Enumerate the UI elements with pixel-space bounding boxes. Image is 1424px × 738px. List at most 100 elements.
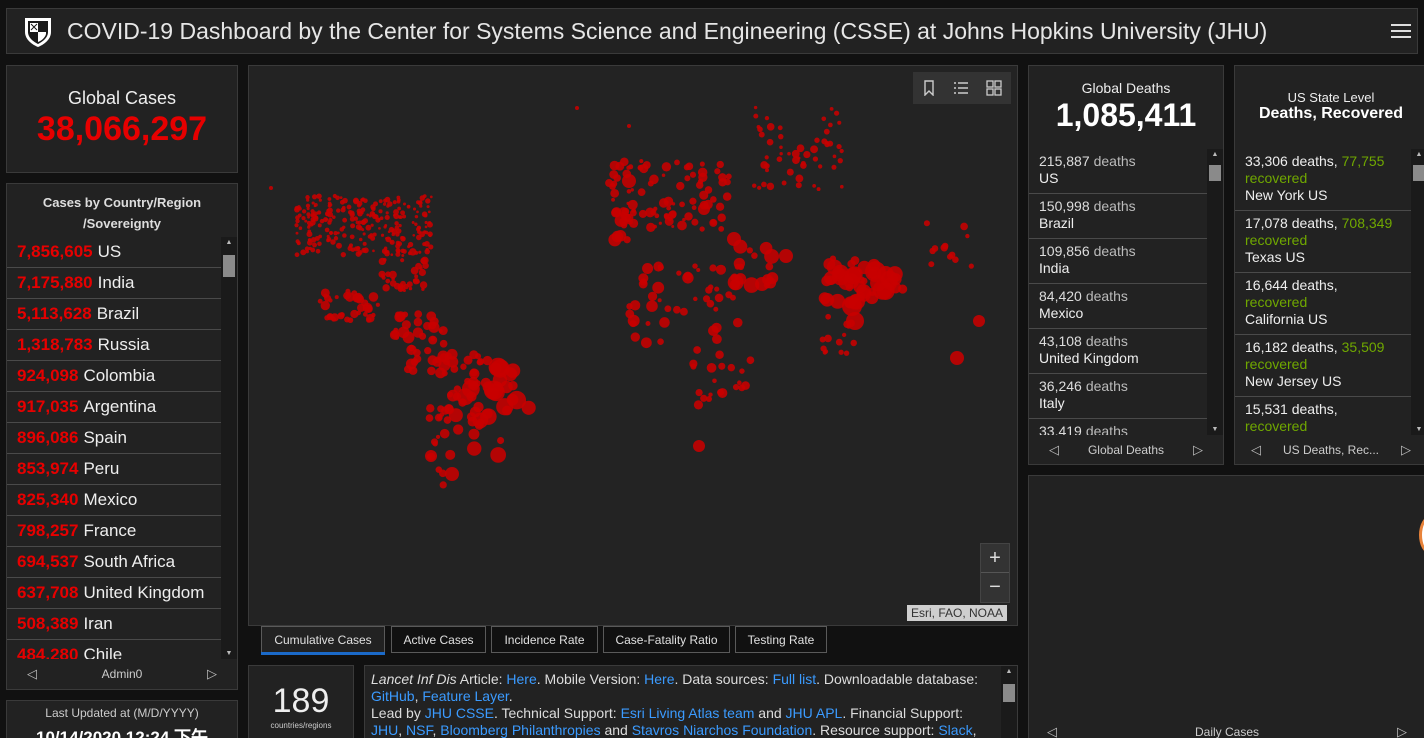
case-bubble[interactable] — [434, 413, 443, 422]
case-bubble[interactable] — [843, 320, 851, 328]
case-bubble[interactable] — [628, 164, 634, 170]
case-bubble[interactable] — [844, 267, 862, 285]
case-bubble[interactable] — [839, 184, 844, 189]
case-bubble[interactable] — [659, 317, 670, 328]
case-bubble[interactable] — [713, 306, 719, 312]
case-bubble[interactable] — [682, 272, 694, 284]
case-bubble[interactable] — [718, 362, 726, 370]
case-bubble[interactable] — [318, 198, 322, 202]
case-bubble[interactable] — [445, 449, 456, 460]
case-bubble[interactable] — [341, 205, 346, 210]
case-bubble[interactable] — [779, 151, 783, 156]
case-bubble[interactable] — [622, 174, 636, 188]
case-bubble[interactable] — [835, 338, 843, 346]
case-bubble[interactable] — [639, 278, 648, 286]
case-bubble[interactable] — [752, 183, 757, 188]
case-bubble[interactable] — [362, 247, 369, 254]
case-bubble[interactable] — [308, 246, 312, 251]
case-bubble[interactable] — [301, 216, 306, 221]
case-bubble[interactable] — [812, 183, 817, 188]
case-bubble[interactable] — [664, 305, 672, 313]
case-bubble[interactable] — [378, 227, 381, 230]
case-bubble[interactable] — [333, 236, 339, 241]
case-bubble[interactable] — [396, 195, 401, 200]
case-bubble[interactable] — [421, 211, 428, 218]
case-bubble[interactable] — [342, 233, 347, 238]
case-bubble[interactable] — [453, 385, 462, 393]
case-bubble[interactable] — [718, 226, 725, 232]
case-bubble[interactable] — [786, 168, 794, 176]
case-bubble[interactable] — [709, 218, 718, 227]
case-bubble[interactable] — [843, 350, 850, 356]
case-bubble[interactable] — [476, 418, 485, 427]
case-bubble[interactable] — [737, 263, 745, 271]
case-bubble[interactable] — [328, 217, 333, 223]
case-bubble[interactable] — [638, 209, 647, 218]
case-bubble[interactable] — [294, 223, 299, 228]
case-bubble[interactable] — [435, 367, 446, 379]
case-bubble[interactable] — [795, 174, 804, 183]
case-bubble[interactable] — [393, 213, 396, 217]
case-bubble[interactable] — [850, 339, 857, 347]
case-bubble[interactable] — [426, 205, 430, 209]
case-bubble[interactable] — [426, 404, 435, 413]
case-bubble[interactable] — [671, 224, 675, 228]
case-bubble[interactable] — [714, 293, 724, 303]
case-bubble[interactable] — [432, 441, 438, 447]
case-bubble[interactable] — [841, 332, 847, 338]
case-bubble[interactable] — [401, 311, 409, 318]
case-bubble[interactable] — [406, 204, 411, 209]
case-bubble[interactable] — [712, 378, 717, 384]
list-item[interactable]: 33,419 deaths — [1029, 419, 1207, 435]
github-link[interactable]: GitHub — [371, 688, 415, 704]
case-bubble[interactable] — [342, 217, 348, 223]
next-page-icon[interactable]: ▷ — [1397, 724, 1407, 738]
case-bubble[interactable] — [680, 307, 688, 316]
case-bubble[interactable] — [424, 225, 428, 229]
case-bubble[interactable] — [642, 161, 651, 170]
case-bubble[interactable] — [766, 138, 774, 146]
case-bubble[interactable] — [414, 222, 418, 226]
case-bubble[interactable] — [689, 171, 697, 178]
case-bubble[interactable] — [306, 220, 311, 225]
case-bubble[interactable] — [823, 349, 829, 354]
case-bubble[interactable] — [372, 249, 375, 253]
case-bubble[interactable] — [950, 351, 964, 365]
list-item[interactable]: 16,182 deaths, 35,509 recovered New Jersey … — [1235, 335, 1411, 397]
case-bubble[interactable] — [474, 353, 482, 360]
case-bubble[interactable] — [346, 204, 352, 210]
case-bubble[interactable] — [425, 247, 429, 252]
case-bubble[interactable] — [761, 181, 767, 188]
scroll-up-icon[interactable]: ▲ — [1001, 668, 1017, 675]
case-bubble[interactable] — [315, 248, 321, 254]
case-bubble[interactable] — [419, 195, 425, 201]
case-bubble[interactable] — [725, 173, 732, 180]
case-bubble[interactable] — [646, 300, 658, 312]
case-bubble[interactable] — [348, 243, 353, 248]
case-bubble[interactable] — [414, 274, 419, 279]
case-bubble[interactable] — [400, 210, 406, 216]
list-item[interactable]: 43,108 deaths United Kingdom — [1029, 329, 1207, 374]
case-bubble[interactable] — [317, 298, 323, 304]
list-item[interactable]: 15,531 deaths, recovered — [1235, 397, 1411, 435]
case-bubble[interactable] — [306, 231, 313, 238]
case-bubble[interactable] — [425, 450, 437, 462]
case-bubble[interactable] — [685, 162, 694, 171]
case-bubble[interactable] — [630, 332, 640, 342]
case-bubble[interactable] — [746, 247, 753, 254]
tab-active-cases[interactable]: Active Cases — [391, 626, 486, 653]
case-bubble[interactable] — [460, 363, 467, 370]
case-bubble[interactable] — [418, 250, 422, 254]
case-bubble[interactable] — [837, 120, 842, 125]
list-item[interactable]: 896,086 Spain — [7, 423, 221, 454]
tab-case-fatality-ratio[interactable]: Case-Fatality Ratio — [603, 626, 730, 653]
case-bubble[interactable] — [411, 221, 415, 224]
case-bubble[interactable] — [676, 181, 685, 191]
case-bubble[interactable] — [657, 298, 662, 303]
list-item[interactable]: 5,113,628 Brazil — [7, 299, 221, 330]
case-bubble[interactable] — [353, 292, 363, 303]
case-bubble[interactable] — [458, 398, 467, 407]
case-bubble[interactable] — [640, 337, 652, 349]
case-bubble[interactable] — [326, 208, 331, 213]
case-bubble[interactable] — [445, 467, 459, 481]
